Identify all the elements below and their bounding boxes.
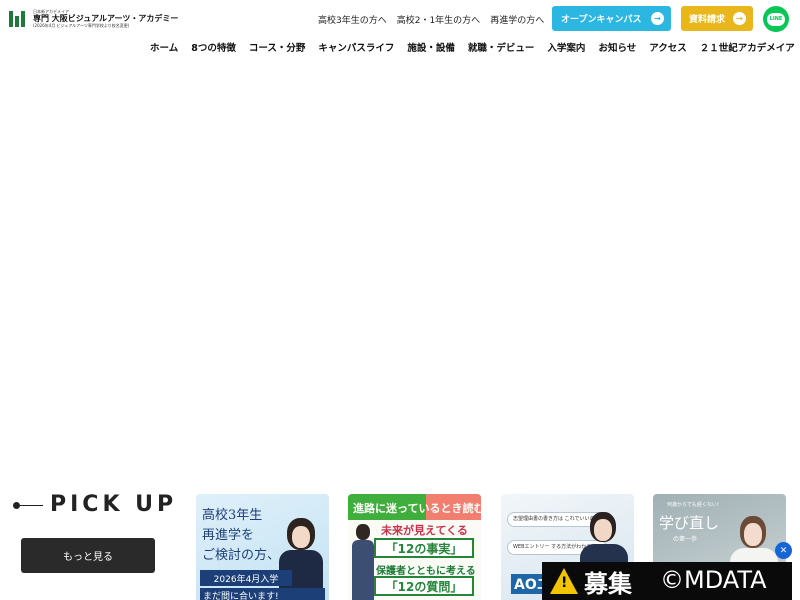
nav-facilities[interactable]: 施設・設備: [407, 40, 455, 54]
pickup-card-high-school-3rd[interactable]: 高校3年生 再進学を ご検討の方、 2026年4月入学 まだ間に合います!: [196, 494, 329, 600]
card4-small: 何歳からでも遅くない!: [667, 502, 719, 508]
nav-news[interactable]: お知らせ: [598, 40, 636, 54]
link-high-school-3rd[interactable]: 高校3年生の方へ: [318, 13, 387, 26]
banner-text: 募集: [584, 568, 632, 598]
line-button[interactable]: LINE: [763, 6, 789, 32]
nav-21st-century-academeia[interactable]: ２１世紀アカデメイア: [700, 40, 795, 54]
card4-sub: の第一歩: [673, 536, 698, 543]
pickup-card-12-facts[interactable]: 進路に迷っているとき読むと 未来が見えてくる 「12の事実」 保護者とともに考え…: [348, 494, 481, 600]
card2-line1: 進路に迷っているとき読むと: [353, 502, 481, 515]
more-button[interactable]: もっと見る: [21, 538, 155, 573]
card4-title: 学び直し: [659, 514, 720, 532]
request-documents-button[interactable]: 資料請求 →: [681, 6, 753, 31]
logo-main: 専門 大阪ビジュアルアーツ・アカデミー: [33, 14, 179, 23]
card1-line1: 高校3年生: [202, 508, 263, 523]
card1-date-box: 2026年4月入学: [200, 570, 292, 586]
card1-cta-box: まだ間に合います!: [200, 588, 325, 600]
request-documents-label: 資料請求: [689, 15, 726, 25]
open-campus-label: オープンキャンパス: [561, 15, 642, 25]
card1-line2: 再進学を: [202, 528, 255, 543]
arrow-right-icon: →: [651, 12, 664, 25]
nav-campus-life[interactable]: キャンパスライフ: [318, 40, 394, 54]
card2-facts-box: 「12の事実」: [374, 538, 474, 558]
line-icon: LINE: [767, 12, 785, 26]
warning-icon: !: [550, 568, 578, 594]
nav-courses[interactable]: コース・分野: [249, 40, 306, 54]
link-re-enrollment[interactable]: 再進学の方へ: [490, 13, 544, 26]
card2-line2: 未来が見えてくる: [381, 524, 468, 537]
pickup-dot: [13, 502, 20, 509]
logo-sub2: (2026年4月 ビジュアルアーツ専門学校より校名変更): [33, 23, 130, 28]
nav-access[interactable]: アクセス: [649, 40, 687, 54]
nav-home[interactable]: ホーム: [150, 40, 178, 54]
main-nav: ホーム 8つの特徴 コース・分野 キャンパスライフ 施設・設備 就職・デビュー …: [150, 40, 795, 54]
site-logo[interactable]: 日本新アカデメイア 専門 大阪ビジュアルアーツ・アカデミー (2026年4月 ビ…: [9, 10, 178, 28]
watermark: ©MDATA: [660, 566, 767, 594]
link-high-school-2nd-1st[interactable]: 高校2・1年生の方へ: [397, 13, 480, 26]
audience-links: 高校3年生の方へ 高校2・1年生の方へ 再進学の方へ: [318, 13, 544, 26]
card2-line3: 保護者とともに考える: [376, 566, 476, 577]
nav-careers[interactable]: 就職・デビュー: [468, 40, 535, 54]
open-campus-button[interactable]: オープンキャンパス →: [552, 6, 671, 31]
card2-questions-box: 「12の質問」: [374, 576, 474, 596]
arrow-right-icon: →: [733, 12, 746, 25]
card1-line3: ご検討の方、: [202, 548, 281, 563]
nav-admissions[interactable]: 入学案内: [547, 40, 585, 54]
logo-mark-icon: [9, 11, 27, 27]
student-illustration: [352, 524, 374, 600]
close-icon[interactable]: ✕: [775, 542, 792, 559]
pickup-heading: PICK UP: [50, 492, 178, 517]
logo-text: 日本新アカデメイア 専門 大阪ビジュアルアーツ・アカデミー (2026年4月 ビ…: [33, 10, 178, 28]
nav-features[interactable]: 8つの特徴: [191, 40, 236, 54]
pickup-line: [20, 505, 43, 506]
